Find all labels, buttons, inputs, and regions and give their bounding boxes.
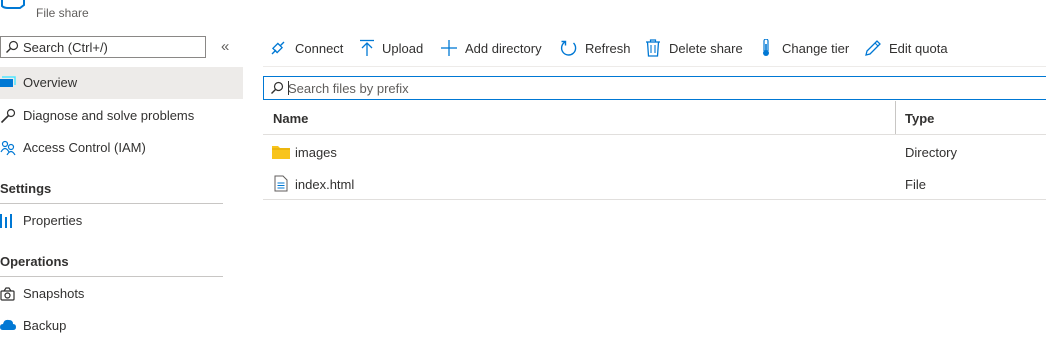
sidebar-search-placeholder: Search (Ctrl+/) xyxy=(23,40,108,55)
refresh-icon xyxy=(560,40,577,56)
file-type: File xyxy=(905,177,926,192)
file-search-placeholder: Search files by prefix xyxy=(288,81,409,96)
file-search-input[interactable]: Search files by prefix xyxy=(263,76,1046,100)
column-header-type[interactable]: Type xyxy=(905,111,934,126)
sidebar-item-snapshots[interactable]: Snapshots xyxy=(0,278,243,310)
sidebar-item-overview[interactable]: Overview xyxy=(0,67,243,99)
add-directory-label: Add directory xyxy=(465,41,542,56)
delete-share-label: Delete share xyxy=(669,41,743,56)
file-type: Directory xyxy=(905,145,958,160)
change-tier-label: Change tier xyxy=(782,41,850,56)
edit-quota-label: Edit quota xyxy=(889,41,948,56)
column-header-name[interactable]: Name xyxy=(273,111,308,126)
overview-icon xyxy=(0,76,16,87)
change-tier-button[interactable]: Change tier xyxy=(760,38,852,60)
sidebar-item-label: Overview xyxy=(23,75,78,90)
edit-quota-button[interactable]: Edit quota xyxy=(864,38,952,60)
wrench-icon xyxy=(0,108,16,124)
add-directory-button[interactable]: Add directory xyxy=(440,38,548,60)
toolbar-divider xyxy=(263,66,1046,67)
folder-icon xyxy=(272,146,290,159)
sidebar-item-label: Diagnose and solve problems xyxy=(23,108,195,123)
snapshot-icon xyxy=(0,287,15,301)
search-icon xyxy=(6,40,19,53)
sidebar-item-access-control[interactable]: Access Control (IAM) xyxy=(0,132,243,164)
sidebar-item-label: Properties xyxy=(23,213,83,228)
backup-icon xyxy=(0,319,16,330)
table-row[interactable]: images Directory xyxy=(263,135,1046,167)
plus-icon xyxy=(441,40,457,56)
people-icon xyxy=(0,140,16,156)
search-icon xyxy=(271,81,284,94)
refresh-label: Refresh xyxy=(585,41,631,56)
sidebar-item-backup[interactable]: Backup xyxy=(0,310,243,342)
sidebar-item-label: Snapshots xyxy=(23,286,85,301)
connect-label: Connect xyxy=(295,41,344,56)
text-caret xyxy=(288,81,289,95)
section-settings-heading: Settings xyxy=(0,181,52,196)
collapse-sidebar-button[interactable]: « xyxy=(221,38,229,55)
file-share-icon xyxy=(1,0,25,9)
page-subtitle: File share xyxy=(36,6,89,20)
section-operations-heading: Operations xyxy=(0,254,69,269)
upload-icon xyxy=(360,39,374,56)
file-icon xyxy=(274,175,288,192)
divider xyxy=(0,203,223,204)
sidebar-item-label: Backup xyxy=(23,318,67,333)
delete-share-button[interactable]: Delete share xyxy=(645,38,745,60)
file-name[interactable]: images xyxy=(295,145,337,160)
sidebar-search-input[interactable]: Search (Ctrl+/) xyxy=(0,36,206,58)
trash-icon xyxy=(646,39,660,57)
properties-icon xyxy=(0,214,12,228)
upload-label: Upload xyxy=(382,41,424,56)
sidebar-item-diagnose[interactable]: Diagnose and solve problems xyxy=(0,100,243,132)
upload-button[interactable]: Upload xyxy=(359,38,427,60)
thermometer-icon xyxy=(763,39,769,56)
connect-button[interactable]: Connect xyxy=(269,38,345,60)
column-resize-handle[interactable] xyxy=(895,101,896,134)
file-name[interactable]: index.html xyxy=(295,177,354,192)
connect-icon xyxy=(271,41,285,55)
sidebar-item-properties[interactable]: Properties xyxy=(0,205,243,237)
row-divider xyxy=(263,199,1046,200)
table-row[interactable]: index.html File xyxy=(263,167,1046,199)
refresh-button[interactable]: Refresh xyxy=(560,38,632,60)
sidebar-item-label: Access Control (IAM) xyxy=(23,140,146,155)
divider xyxy=(0,276,223,277)
pencil-icon xyxy=(865,40,881,56)
